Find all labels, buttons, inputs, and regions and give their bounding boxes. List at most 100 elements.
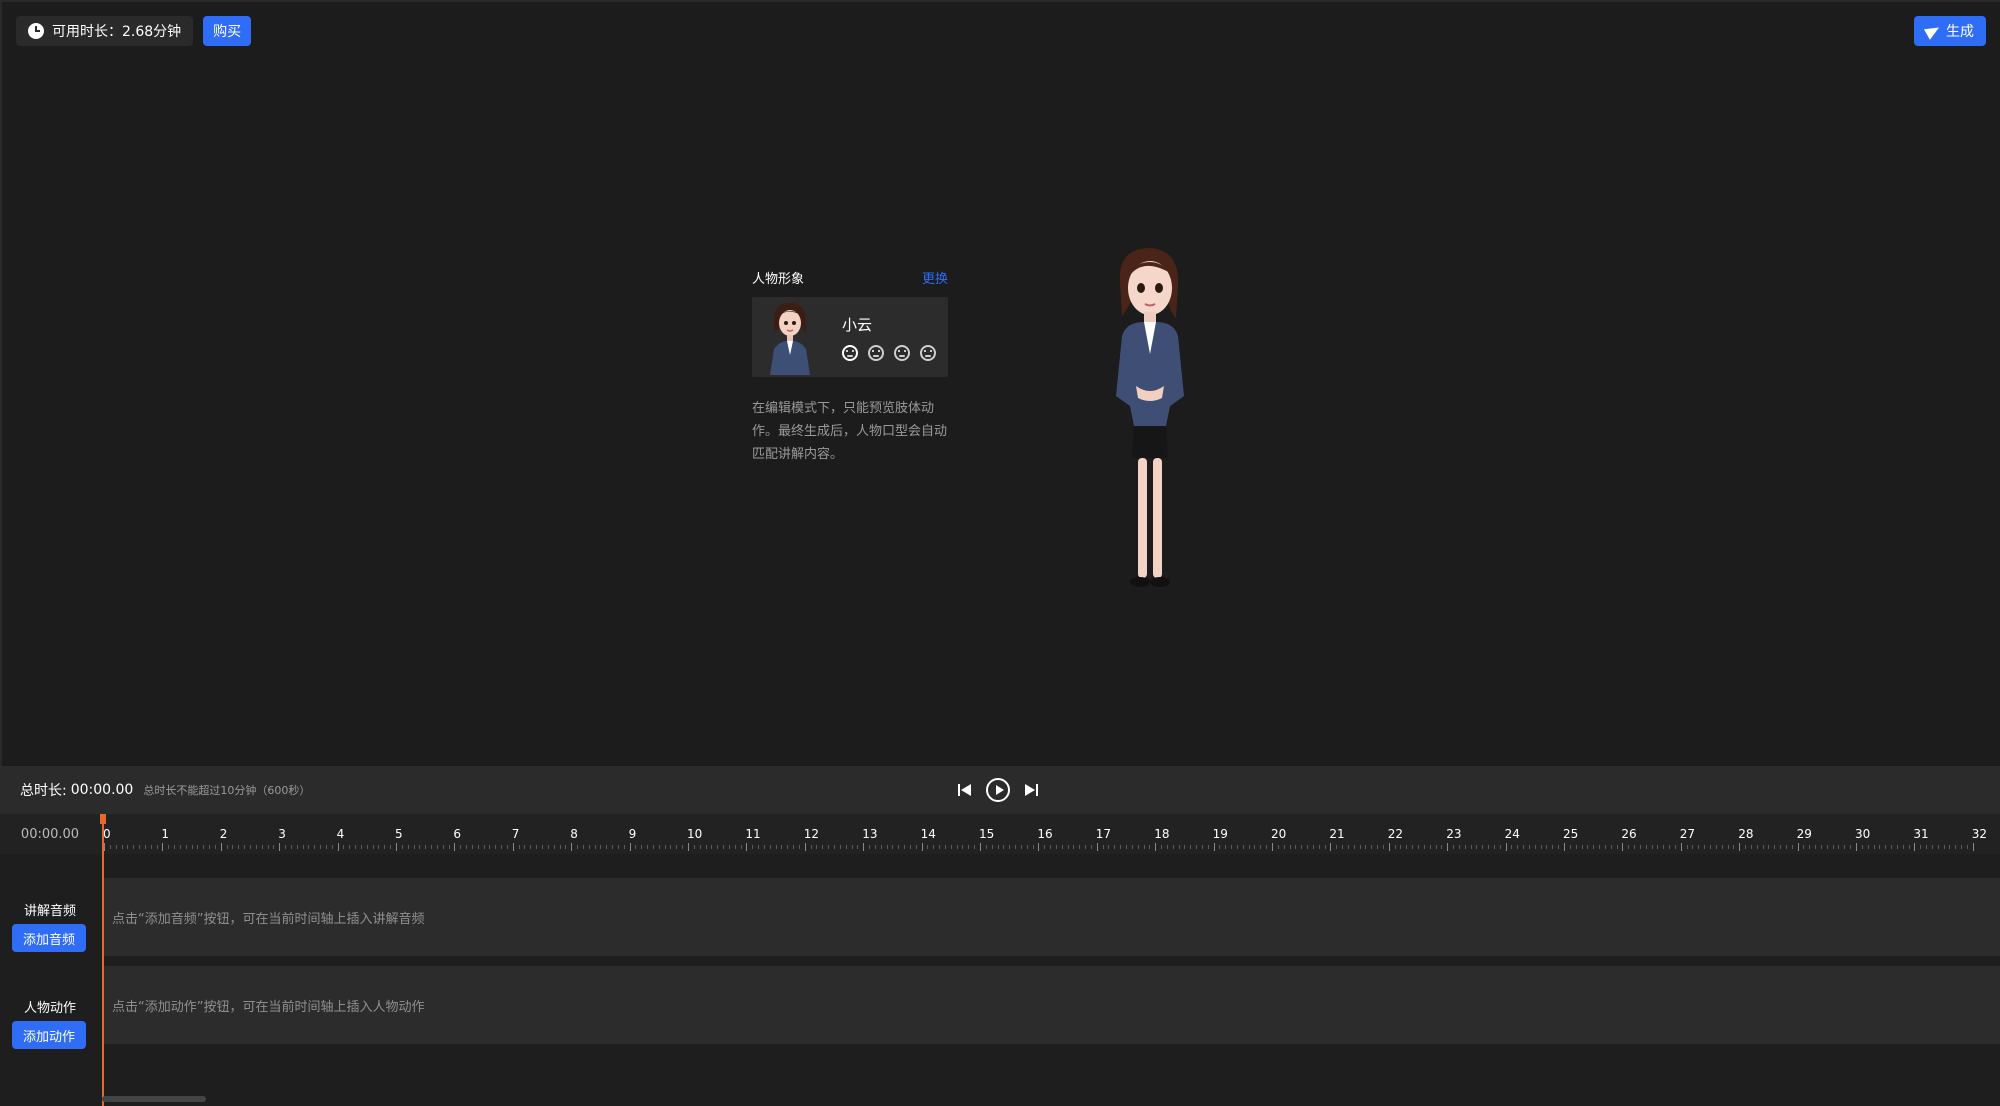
- audio-track-placeholder: 点击“添加音频”按钮，可在当前时间轴上插入讲解音频: [112, 911, 425, 927]
- ruler-minor-tick: [1634, 845, 1636, 849]
- ruler-minor-tick: [1639, 845, 1641, 849]
- ruler-minor-tick: [518, 845, 520, 849]
- quota-badge: 可用时长：2.68分钟: [16, 16, 194, 46]
- playhead[interactable]: [102, 814, 104, 1106]
- motion-track[interactable]: 点击“添加动作”按钮，可在当前时间轴上插入人物动作: [102, 966, 2000, 1044]
- ruler-minor-tick: [442, 845, 444, 849]
- ruler-minor-tick: [407, 845, 409, 849]
- ruler-minor-tick: [652, 845, 654, 849]
- character-panel-title: 人物形象: [752, 272, 805, 287]
- ruler-minor-tick: [1453, 845, 1455, 849]
- ruler-minor-tick: [886, 845, 888, 849]
- ruler-minor-tick: [343, 845, 345, 849]
- audio-track-title: 讲解音频: [23, 904, 76, 919]
- ruler-minor-tick: [1318, 845, 1320, 849]
- ruler-minor-tick: [775, 845, 777, 849]
- ruler-minor-tick: [1073, 845, 1075, 849]
- ruler-minor-tick: [109, 845, 111, 849]
- ruler-minor-tick: [1196, 845, 1198, 849]
- ruler-minor-tick: [314, 845, 316, 849]
- ruler-tick-label: 26: [1621, 827, 1637, 841]
- ruler-minor-tick: [1336, 845, 1338, 849]
- ruler-minor-tick: [1418, 845, 1419, 849]
- ruler-minor-tick: [559, 845, 561, 849]
- ruler-minor-tick: [898, 845, 900, 849]
- ruler-minor-tick: [857, 845, 859, 849]
- ruler-minor-tick: [1429, 845, 1431, 849]
- ruler-minor-tick: [600, 845, 602, 849]
- ruler-minor-tick: [1558, 845, 1560, 849]
- ruler-tick-label: 18: [1154, 827, 1170, 841]
- ruler-major-tick: [921, 843, 923, 851]
- ruler-minor-tick: [1575, 845, 1577, 849]
- ruler-minor-tick: [1756, 845, 1758, 849]
- sad-face-icon[interactable]: [894, 344, 910, 361]
- ruler-minor-tick: [1307, 845, 1309, 849]
- ruler-minor-tick: [723, 845, 725, 849]
- ruler-minor-tick: [1879, 845, 1881, 849]
- ruler-minor-tick: [127, 845, 129, 849]
- skip-forward-icon[interactable]: [1024, 783, 1038, 797]
- ruler-minor-tick: [1067, 845, 1069, 849]
- ruler-minor-tick: [460, 845, 462, 849]
- ruler-minor-tick: [1937, 845, 1939, 849]
- character-preview-figure: [1092, 246, 1202, 596]
- ruler-major-tick: [688, 843, 689, 851]
- ruler-minor-tick: [1750, 845, 1752, 849]
- ruler-tick-label: 17: [1095, 827, 1112, 841]
- ruler-minor-tick: [1873, 845, 1875, 849]
- ruler-minor-tick: [1435, 845, 1437, 849]
- timeline-scrollbar[interactable]: [102, 1096, 206, 1102]
- ruler-minor-tick: [542, 845, 543, 849]
- ruler-tick-label: 8: [570, 827, 578, 841]
- ruler-minor-tick: [763, 845, 765, 849]
- ruler-major-tick: [1038, 843, 1040, 851]
- ruler-tick-label: 23: [1446, 827, 1462, 841]
- ruler-minor-tick: [904, 845, 906, 849]
- ruler-minor-tick: [226, 845, 228, 849]
- ruler-minor-tick: [839, 845, 841, 849]
- ruler-minor-tick: [1277, 845, 1279, 849]
- ruler-minor-tick: [740, 845, 742, 849]
- generate-label: 生成: [1946, 24, 1974, 40]
- ruler-minor-tick: [203, 845, 205, 849]
- change-character-link[interactable]: 更换: [922, 268, 948, 287]
- ruler-minor-tick: [547, 845, 549, 849]
- add-audio-button[interactable]: 添加音频: [12, 924, 86, 952]
- play-icon[interactable]: [986, 778, 1010, 802]
- ruler-major-tick: [1388, 843, 1390, 851]
- ruler-minor-tick: [915, 845, 917, 849]
- ruler-minor-tick: [798, 845, 800, 849]
- ruler-major-tick: [980, 843, 981, 851]
- ruler-minor-tick: [1342, 845, 1344, 849]
- ruler-minor-tick: [209, 845, 211, 849]
- ruler-tick-label: 20: [1271, 827, 1287, 841]
- ruler-minor-tick: [372, 845, 374, 849]
- playhead-handle[interactable]: [100, 814, 106, 824]
- skip-back-icon[interactable]: [958, 783, 972, 797]
- ruler-minor-tick: [349, 845, 351, 849]
- ruler-minor-tick: [1955, 845, 1957, 849]
- character-panel: 人物形象 更换 小云 在编辑模式下，只能预览肢体动作。最终生成后，人物口型会自动…: [752, 268, 948, 466]
- ruler-minor-tick: [1441, 845, 1443, 849]
- generate-button[interactable]: 生成: [1914, 16, 1986, 46]
- ruler-minor-tick: [244, 845, 246, 849]
- add-motion-button[interactable]: 添加动作: [12, 1021, 86, 1049]
- ruler-minor-tick: [1126, 845, 1127, 849]
- ruler-minor-tick: [401, 845, 403, 849]
- ruler-tick-label: 22: [1387, 827, 1404, 841]
- buy-button[interactable]: 购买: [203, 16, 252, 46]
- ruler-tick-label: 16: [1037, 827, 1053, 841]
- time-ruler[interactable]: 0 1 2 3 4 5 6 7 8 9 10 11 12 13 14 15 16 17 18 19 20 21 22 23 24…: [100, 814, 2000, 854]
- neutral-face-icon[interactable]: [868, 344, 884, 361]
- ruler-minor-tick: [1926, 845, 1928, 849]
- ruler-minor-tick: [1844, 845, 1846, 849]
- audio-track[interactable]: 点击“添加音频”按钮，可在当前时间轴上插入讲解音频: [102, 878, 2000, 956]
- ruler-minor-tick: [1359, 845, 1361, 849]
- character-card[interactable]: 小云: [752, 297, 948, 377]
- ruler-tick-label: 0: [103, 827, 111, 841]
- smile-icon[interactable]: [842, 344, 858, 361]
- ruler-minor-tick: [664, 845, 666, 849]
- ruler-minor-tick: [939, 845, 941, 849]
- frown-face-icon[interactable]: [920, 344, 936, 361]
